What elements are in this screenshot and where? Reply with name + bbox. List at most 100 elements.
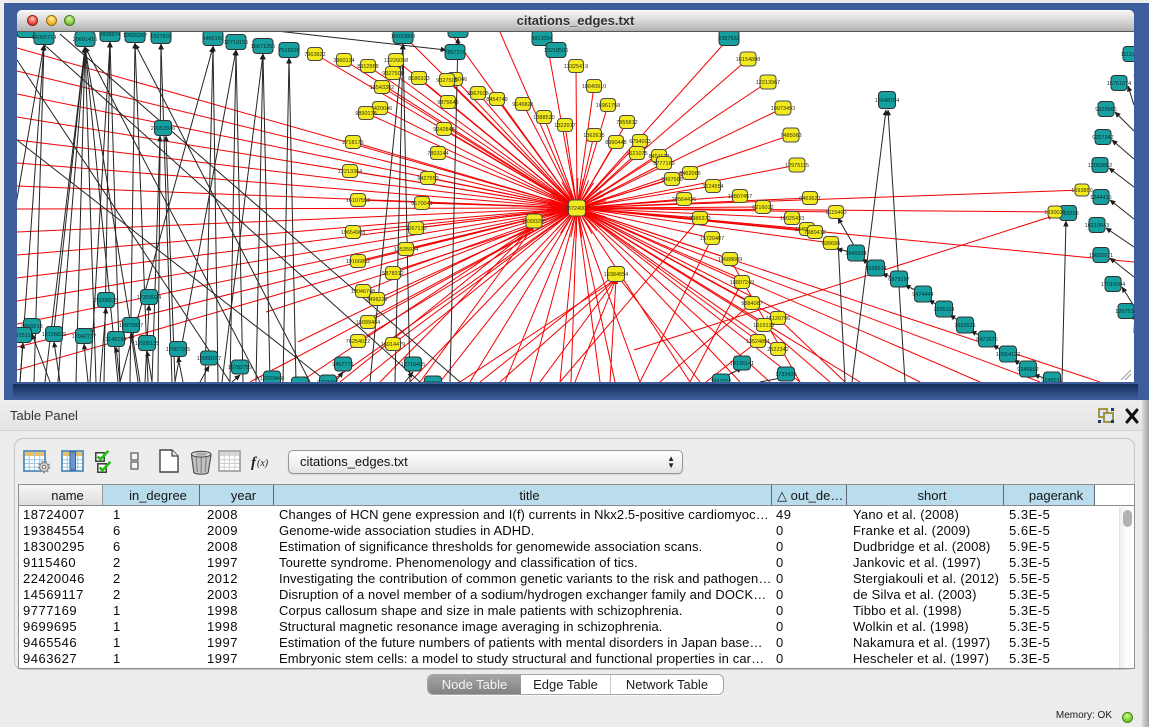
svg-text:7663822: 7663822 — [304, 52, 325, 58]
svg-text:1615132: 1615132 — [753, 323, 774, 329]
svg-text:20564436: 20564436 — [672, 197, 696, 203]
svg-text:6466160: 6466160 — [202, 36, 223, 42]
svg-text:3124554: 3124554 — [702, 184, 723, 190]
svg-text:9457771: 9457771 — [332, 362, 353, 368]
svg-text:8471676: 8471676 — [976, 337, 997, 343]
svg-text:20053346: 20053346 — [151, 126, 175, 132]
svg-text:8990448: 8990448 — [605, 140, 626, 146]
svg-text:16107552: 16107552 — [346, 198, 370, 204]
svg-text:9146821: 9146821 — [512, 102, 533, 108]
svg-text:12975115: 12975115 — [785, 163, 809, 169]
svg-text:18300295: 18300295 — [522, 219, 546, 225]
svg-text:8170041: 8170041 — [411, 201, 432, 207]
svg-text:8186323: 8186323 — [408, 76, 429, 82]
svg-text:16099484: 16099484 — [356, 320, 380, 326]
svg-text:7515526: 7515526 — [278, 48, 299, 54]
svg-text:9463627: 9463627 — [799, 196, 820, 202]
svg-text:17957285: 17957285 — [166, 347, 190, 353]
svg-text:8454749: 8454749 — [486, 97, 507, 103]
svg-text:10958157: 10958157 — [197, 356, 221, 362]
svg-text:699695: 699695 — [822, 241, 840, 247]
svg-text:9427552: 9427552 — [417, 176, 438, 182]
svg-text:9223406: 9223406 — [317, 380, 338, 382]
svg-text:1322017: 1322017 — [554, 123, 575, 129]
svg-text:10807457: 10807457 — [728, 194, 752, 200]
svg-text:9327505: 9327505 — [436, 78, 457, 84]
svg-text:7857274: 7857274 — [444, 50, 465, 56]
svg-text:2387682: 2387682 — [718, 36, 739, 42]
svg-text:6216012: 6216012 — [752, 205, 773, 211]
svg-text:76254022: 76254022 — [346, 339, 370, 345]
svg-text:7803144: 7803144 — [427, 151, 448, 157]
svg-text:15716485: 15716485 — [401, 362, 425, 368]
svg-text:15751074: 15751074 — [1107, 81, 1131, 87]
svg-text:7980412: 7980412 — [804, 230, 825, 236]
svg-text:15720407: 15720407 — [700, 236, 724, 242]
svg-text:2605574: 2605574 — [99, 32, 120, 38]
svg-text:9115460: 9115460 — [825, 210, 846, 216]
svg-text:3960124: 3960124 — [333, 58, 354, 64]
svg-text:16154808: 16154808 — [736, 57, 760, 63]
svg-text:16914479: 16914479 — [381, 342, 405, 348]
svg-text:9245652: 9245652 — [1017, 367, 1038, 373]
svg-text:1527602: 1527602 — [150, 34, 171, 40]
svg-text:7986372: 7986372 — [689, 216, 710, 222]
svg-text:18807249: 18807249 — [730, 280, 754, 286]
svg-text:12213967: 12213967 — [756, 80, 780, 86]
svg-text:9890178: 9890178 — [355, 111, 376, 117]
svg-text:8813054: 8813054 — [531, 36, 552, 42]
svg-text:2718176: 2718176 — [342, 140, 363, 146]
svg-text:12213364: 12213364 — [338, 169, 362, 175]
svg-text:16671355: 16671355 — [251, 44, 275, 50]
svg-text:1733426: 1733426 — [775, 372, 796, 378]
svg-text:20206535: 20206535 — [94, 298, 118, 304]
svg-text:1112223: 1112223 — [1121, 52, 1134, 58]
svg-text:12505135: 12505135 — [135, 341, 159, 347]
svg-text:1244415: 1244415 — [1090, 195, 1111, 201]
svg-text:13218506: 13218506 — [544, 48, 568, 54]
svg-text:15692971: 15692971 — [1089, 253, 1113, 259]
svg-text:18640910: 18640910 — [582, 84, 606, 90]
svg-text:1093811: 1093811 — [422, 381, 443, 382]
svg-text:20691416: 20691416 — [73, 37, 97, 43]
svg-text:13325419: 13325419 — [564, 64, 588, 70]
svg-text:10973493: 10973493 — [771, 106, 795, 112]
svg-text:1930025: 1930025 — [1044, 210, 1065, 216]
svg-text:17359924: 17359924 — [137, 295, 161, 301]
svg-text:19975857: 19975857 — [119, 323, 143, 329]
svg-text:1145194: 1145194 — [105, 337, 126, 343]
svg-text:1267533: 1267533 — [1115, 309, 1134, 315]
svg-text:10654122: 10654122 — [996, 352, 1020, 358]
svg-text:1362615: 1362615 — [583, 133, 604, 139]
svg-text:12923448: 12923448 — [260, 376, 284, 382]
svg-text:17016504: 17016504 — [1101, 282, 1125, 288]
svg-text:13535934: 13535934 — [394, 247, 418, 253]
svg-text:18724007: 18724007 — [565, 206, 589, 212]
svg-text:14136141: 14136141 — [730, 361, 754, 367]
svg-text:9227342: 9227342 — [1092, 135, 1113, 141]
svg-text:16210643: 16210643 — [1085, 223, 1109, 229]
svg-text:5878312: 5878312 — [382, 271, 403, 277]
svg-text:16033809: 16033809 — [391, 34, 415, 40]
svg-text:3915118: 3915118 — [17, 333, 34, 339]
svg-text:9777169: 9777169 — [653, 161, 674, 167]
svg-text:19654903: 19654903 — [341, 230, 365, 236]
svg-text:9327508: 9327508 — [382, 71, 403, 77]
svg-text:6794023: 6794023 — [629, 139, 650, 145]
svg-text:9329966: 9329966 — [1095, 107, 1116, 113]
svg-text:7632621: 7632621 — [954, 323, 975, 329]
svg-text:10688609: 10688609 — [718, 257, 742, 263]
svg-text:2935114: 2935114 — [933, 307, 954, 313]
svg-text:13524851: 13524851 — [746, 339, 770, 345]
svg-text:16648784: 16648784 — [875, 98, 899, 104]
svg-text:1621075: 1621075 — [626, 151, 647, 157]
svg-text:16543382: 16543382 — [370, 85, 394, 91]
svg-text:9384067: 9384067 — [741, 301, 762, 307]
svg-text:1593800: 1593800 — [1071, 188, 1092, 194]
svg-text:1388520: 1388520 — [533, 115, 554, 121]
svg-text:16961758: 16961758 — [596, 103, 620, 109]
svg-text:10655267: 10655267 — [123, 33, 147, 39]
svg-text:9242848: 9242848 — [433, 127, 454, 133]
svg-text:19166852: 19166852 — [346, 259, 370, 265]
svg-text:9875645: 9875645 — [437, 100, 458, 106]
